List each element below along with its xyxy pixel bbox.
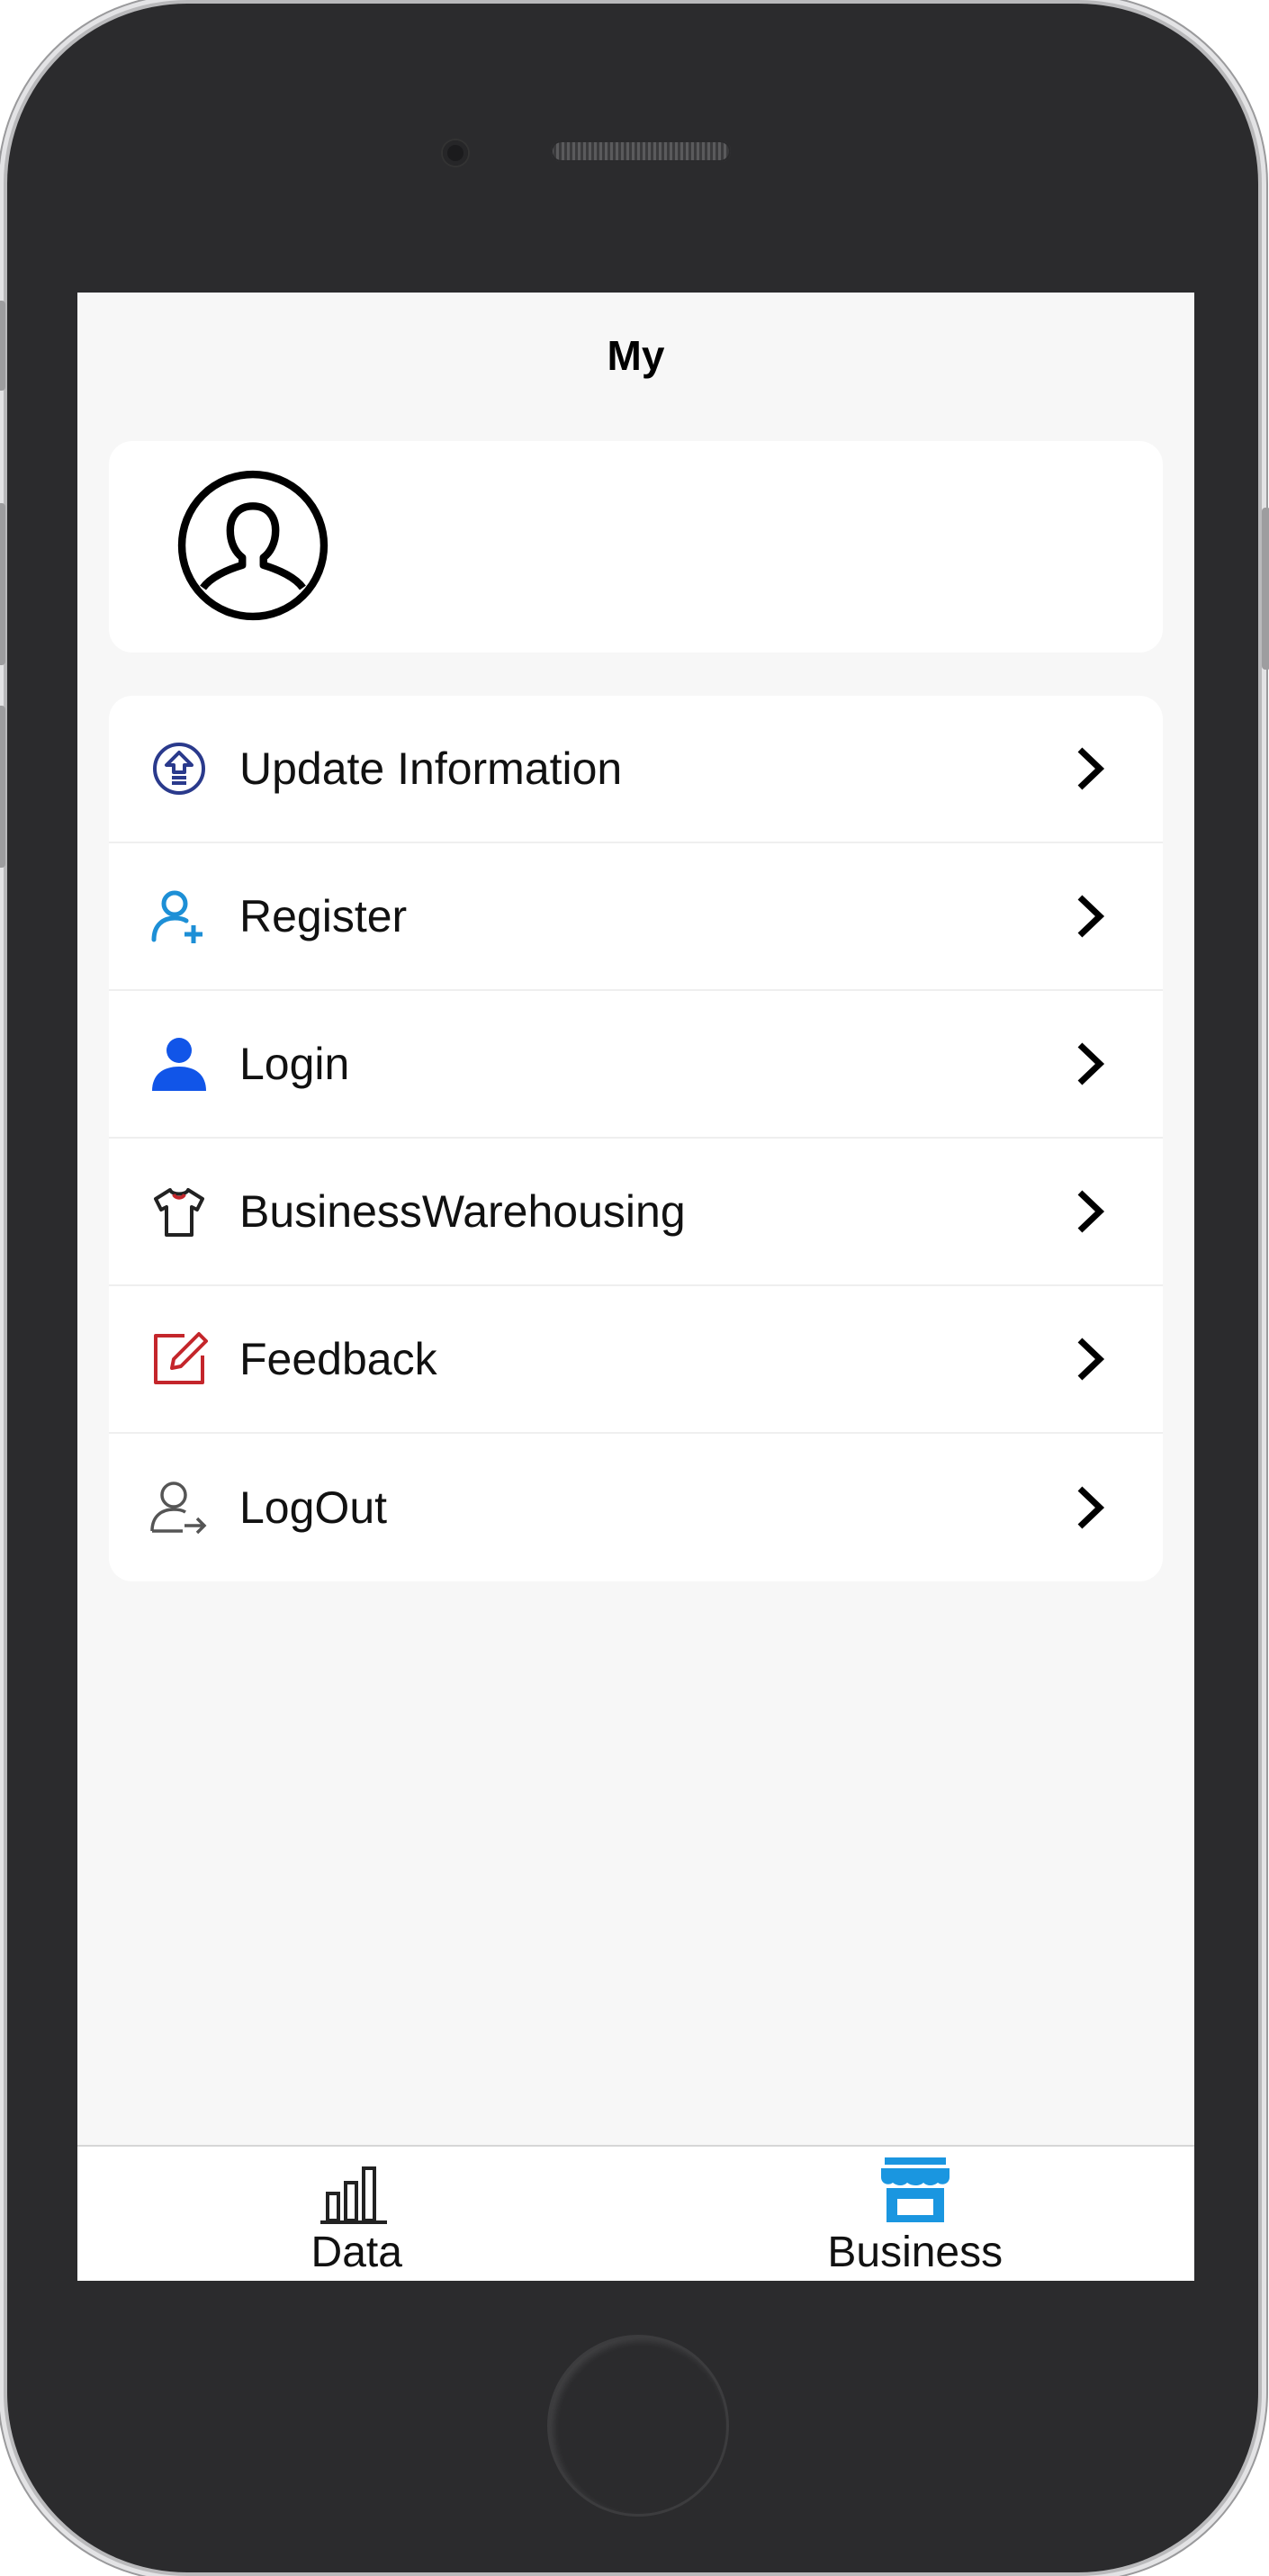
- tab-label: Business: [827, 2229, 1004, 2276]
- front-camera: [443, 140, 468, 166]
- menu-item-feedback[interactable]: Feedback: [109, 1286, 1163, 1434]
- shirt-icon: [154, 1188, 204, 1237]
- menu-item-label: LogOut: [239, 1482, 388, 1533]
- chevron-right-icon: [1077, 895, 1105, 938]
- user-icon: [152, 1038, 206, 1091]
- earpiece-speaker: [551, 140, 731, 162]
- phone-frame: My Update Information Register Login Bus…: [0, 4, 1269, 2572]
- volume-up-button: [0, 503, 5, 665]
- logout-user-icon: [150, 1482, 207, 1535]
- menu-item-label: Update Information: [239, 743, 623, 794]
- home-button[interactable]: [550, 2337, 726, 2514]
- tab-data[interactable]: Data: [77, 2147, 636, 2281]
- power-button: [1262, 508, 1269, 670]
- edit-icon: [154, 1332, 208, 1384]
- app-screen: My Update Information Register Login Bus…: [77, 293, 1194, 2281]
- menu-item-label: Feedback: [239, 1334, 437, 1384]
- store-icon: [880, 2157, 950, 2222]
- menu-item-register[interactable]: Register: [109, 843, 1163, 991]
- tab-business[interactable]: Business: [636, 2147, 1195, 2281]
- volume-down-button: [0, 706, 5, 868]
- chevron-right-icon: [1077, 1486, 1105, 1529]
- menu-item-business-warehousing[interactable]: BusinessWarehousing: [109, 1139, 1163, 1286]
- chevron-right-icon: [1077, 1190, 1105, 1233]
- profile-card[interactable]: [109, 441, 1163, 653]
- menu-item-update-information[interactable]: Update Information: [109, 696, 1163, 843]
- menu-list: Update Information Register Login Busine…: [109, 696, 1163, 1581]
- chevron-right-icon: [1077, 747, 1105, 790]
- menu-item-label: Register: [239, 891, 408, 941]
- page-title: My: [607, 332, 665, 379]
- menu-item-login[interactable]: Login: [109, 991, 1163, 1139]
- bar-chart-icon: [320, 2166, 388, 2224]
- chevron-right-icon: [1077, 1338, 1105, 1381]
- user-add-icon: [151, 890, 202, 943]
- tab-label: Data: [310, 2229, 402, 2276]
- chevron-right-icon: [1077, 1042, 1105, 1085]
- menu-item-label: BusinessWarehousing: [239, 1186, 686, 1237]
- bottom-tab-bar: Data Business: [77, 2145, 1194, 2281]
- mute-switch: [0, 301, 5, 391]
- menu-item-label: Login: [239, 1039, 350, 1089]
- upload-circle-icon: [153, 743, 205, 795]
- user-avatar-icon[interactable]: [177, 470, 328, 621]
- menu-item-logout[interactable]: LogOut: [109, 1434, 1163, 1581]
